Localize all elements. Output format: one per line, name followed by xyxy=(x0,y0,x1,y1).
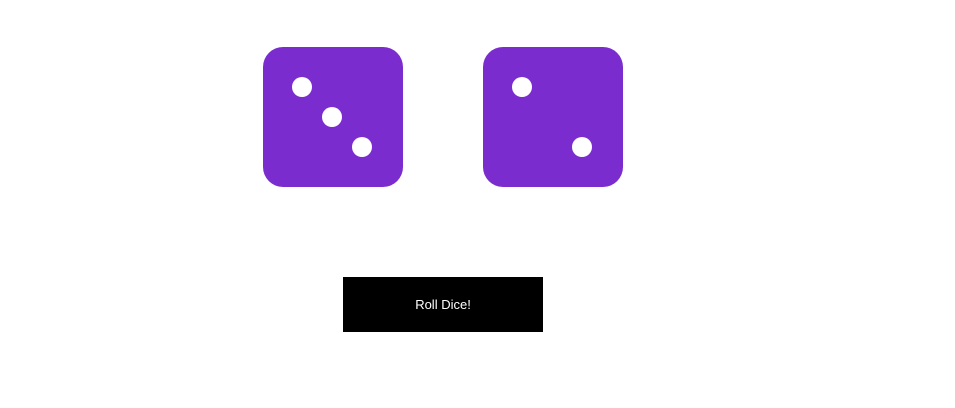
die-pip xyxy=(572,137,592,157)
die-pip xyxy=(512,77,532,97)
roll-dice-button[interactable]: Roll Dice! xyxy=(343,277,543,332)
die-1 xyxy=(263,47,403,187)
die-pip xyxy=(352,137,372,157)
die-pip xyxy=(322,107,342,127)
die-pip xyxy=(292,77,312,97)
die-2 xyxy=(483,47,623,187)
